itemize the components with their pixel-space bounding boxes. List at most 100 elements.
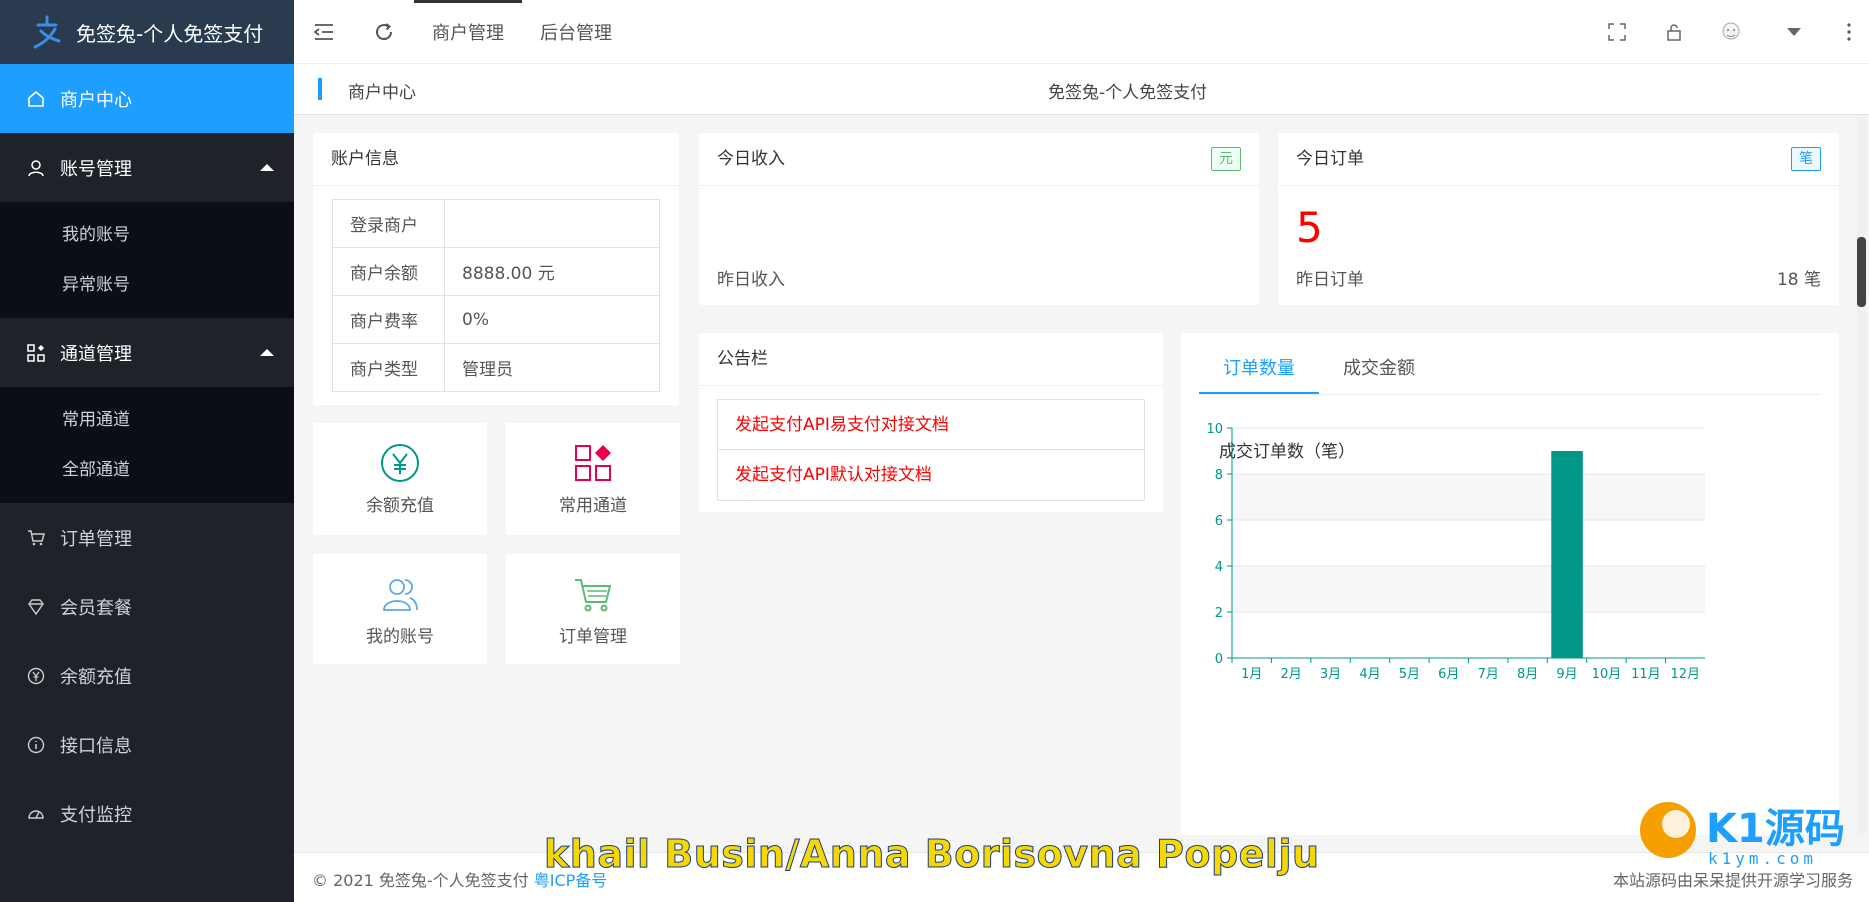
x-tick-label: 3月 [1320, 667, 1341, 682]
chevron-down-icon[interactable] [1759, 0, 1829, 64]
sidebar-item-label: 订单管理 [60, 528, 132, 550]
tab-backend-management[interactable]: 后台管理 [522, 0, 630, 64]
notice-link-epay-doc[interactable]: 发起支付API易支付对接文档 [718, 400, 1144, 450]
tile-label: 余额充值 [366, 496, 434, 516]
sidebar: 免签兔-个人免签支付 商户中心 账号管理 我的账号 异常账号 通道管理 常用通道… [0, 0, 294, 902]
row-value: 管理员 [444, 343, 660, 392]
fullscreen-icon[interactable] [1588, 0, 1645, 64]
card-header: 今日订单 笔 [1278, 133, 1839, 186]
tile-balance-recharge[interactable]: 余额充值 [313, 423, 487, 535]
sidebar-item-label: 通道管理 [60, 343, 132, 365]
y-tick-label: 10 [1206, 422, 1223, 437]
yesterday-orders-value: 18 笔 [1776, 270, 1821, 290]
sidebar-item-membership[interactable]: 会员套餐 [0, 572, 294, 641]
footer-credit: 本站源码由呆呆提供开源学习服务 [1612, 871, 1853, 890]
y-tick-label: 8 [1215, 468, 1223, 483]
x-tick-label: 7月 [1478, 667, 1499, 682]
unit-badge: 元 [1211, 147, 1241, 171]
tile-my-account[interactable]: 我的账号 [313, 554, 487, 664]
yen-circle-icon [380, 443, 420, 483]
tile-label: 常用通道 [559, 496, 627, 516]
dashboard-icon [26, 804, 46, 824]
yesterday-income-label: 昨日收入 [717, 270, 785, 290]
scrollbar-thumb[interactable] [1857, 237, 1866, 307]
app-logo[interactable]: 免签兔-个人免签支付 [0, 0, 294, 64]
site-title: 免签兔-个人免签支付 [1048, 83, 1208, 103]
y-tick-label: 4 [1215, 560, 1223, 575]
table-row: 商户余额 8888.00 元 [332, 247, 660, 296]
row-label: 商户类型 [332, 343, 445, 392]
chart-bar [1551, 451, 1583, 658]
top-header: 商户管理 后台管理 [294, 0, 1869, 64]
sidebar-item-abnormal-account[interactable]: 异常账号 [0, 260, 294, 310]
yesterday-income-row: 昨日收入 [717, 265, 1241, 290]
menu-toggle-icon[interactable] [294, 0, 354, 64]
sidebar-item-label: 商户中心 [60, 89, 132, 111]
yesterday-orders-row: 昨日订单 18 笔 [1296, 265, 1821, 290]
sidebar-item-common-channel[interactable]: 常用通道 [0, 395, 294, 445]
today-orders-card: 今日订单 笔 5 昨日订单 18 笔 [1278, 133, 1839, 305]
diamond-icon [26, 597, 46, 617]
title-accent-bar [318, 78, 322, 100]
tab-merchant-management[interactable]: 商户管理 [414, 0, 522, 64]
notice-link-default-doc[interactable]: 发起支付API默认对接文档 [718, 450, 1144, 500]
account-info-table: 登录商户 商户余额 8888.00 元 商户费率 0% 商户类型 管理员 [332, 199, 660, 392]
x-tick-label: 10月 [1592, 667, 1622, 682]
sidebar-item-merchant-center[interactable]: 商户中心 [0, 64, 294, 133]
table-row: 商户费率 0% [332, 295, 660, 344]
channel-grid-icon [573, 443, 613, 483]
lock-icon[interactable] [1645, 0, 1702, 64]
row-value: 8888.00 元 [444, 247, 660, 296]
copyright-text: © 2021 免签兔-个人免签支付 [312, 871, 529, 890]
x-tick-label: 11月 [1631, 667, 1661, 682]
today-income-card: 今日收入 元 昨日收入 [699, 133, 1259, 305]
account-submenu: 我的账号 异常账号 [0, 202, 294, 318]
watermark-subtext: k1ym.com [1708, 849, 1817, 868]
sidebar-item-label: 会员套餐 [60, 597, 132, 619]
notice-card: 公告栏 发起支付API易支付对接文档 发起支付API默认对接文档 [699, 333, 1163, 512]
table-row: 商户类型 管理员 [332, 343, 660, 392]
sidebar-item-all-channels[interactable]: 全部通道 [0, 445, 294, 495]
bar-chart: 0 2 4 6 8 10 1月 2月 3月 4月 5月 6月 7月 8月 9月 10月 11月 12月 [1206, 422, 1705, 682]
x-tick-label: 5月 [1399, 667, 1420, 682]
card-title: 账户信息 [313, 133, 679, 186]
x-tick-label: 6月 [1438, 667, 1459, 682]
grid-band [1232, 474, 1705, 520]
y-tick-label: 2 [1215, 606, 1223, 621]
sidebar-item-channel-management[interactable]: 通道管理 [0, 318, 294, 387]
x-tick-label: 12月 [1671, 667, 1701, 682]
row-value [444, 199, 660, 248]
row-value: 0% [444, 295, 660, 344]
unit-badge: 笔 [1791, 147, 1821, 171]
sidebar-item-order-management[interactable]: 订单管理 [0, 503, 294, 572]
more-vertical-icon[interactable] [1829, 0, 1869, 64]
tile-order-management[interactable]: 订单管理 [506, 554, 680, 664]
video-caption-overlay: khail Busin/Anna Borisovna Popelju [544, 832, 1320, 877]
card-header: 今日收入 元 [699, 133, 1259, 186]
chevron-up-icon [260, 164, 274, 171]
grid-band [1232, 566, 1705, 612]
chart-card: 订单数量 成交金额 成交订单数（笔） 0 2 4 6 8 10 1月 2月 3月 4月 5月 6月 7月… [1181, 333, 1839, 835]
sidebar-item-my-account[interactable]: 我的账号 [0, 210, 294, 260]
watermark-text: K1源码 [1706, 806, 1845, 852]
tile-common-channel[interactable]: 常用通道 [506, 423, 680, 535]
x-tick-label: 8月 [1517, 667, 1538, 682]
page-scrollbar[interactable] [1857, 115, 1866, 835]
sidebar-item-label: 账号管理 [60, 158, 132, 180]
sidebar-item-account-management[interactable]: 账号管理 [0, 133, 294, 202]
card-title: 公告栏 [699, 333, 1163, 386]
avatar[interactable] [1702, 0, 1759, 64]
notice-list: 发起支付API易支付对接文档 发起支付API默认对接文档 [717, 399, 1145, 501]
grid-icon [26, 343, 46, 363]
watermark-logo: K1源码 k1ym.com [1640, 802, 1845, 868]
sidebar-item-api-info[interactable]: 接口信息 [0, 710, 294, 779]
logo-icon [33, 15, 61, 49]
sidebar-item-payment-monitor[interactable]: 支付监控 [0, 779, 294, 848]
y-tick-label: 0 [1215, 652, 1223, 667]
refresh-icon[interactable] [354, 0, 414, 64]
cart-icon [573, 574, 613, 614]
sidebar-item-label: 余额充值 [60, 666, 132, 688]
account-info-card: 账户信息 登录商户 商户余额 8888.00 元 商户费率 0% 商户类型 管理员 [313, 133, 679, 405]
sidebar-item-balance-recharge[interactable]: 余额充值 [0, 641, 294, 710]
x-tick-label: 2月 [1280, 667, 1301, 682]
